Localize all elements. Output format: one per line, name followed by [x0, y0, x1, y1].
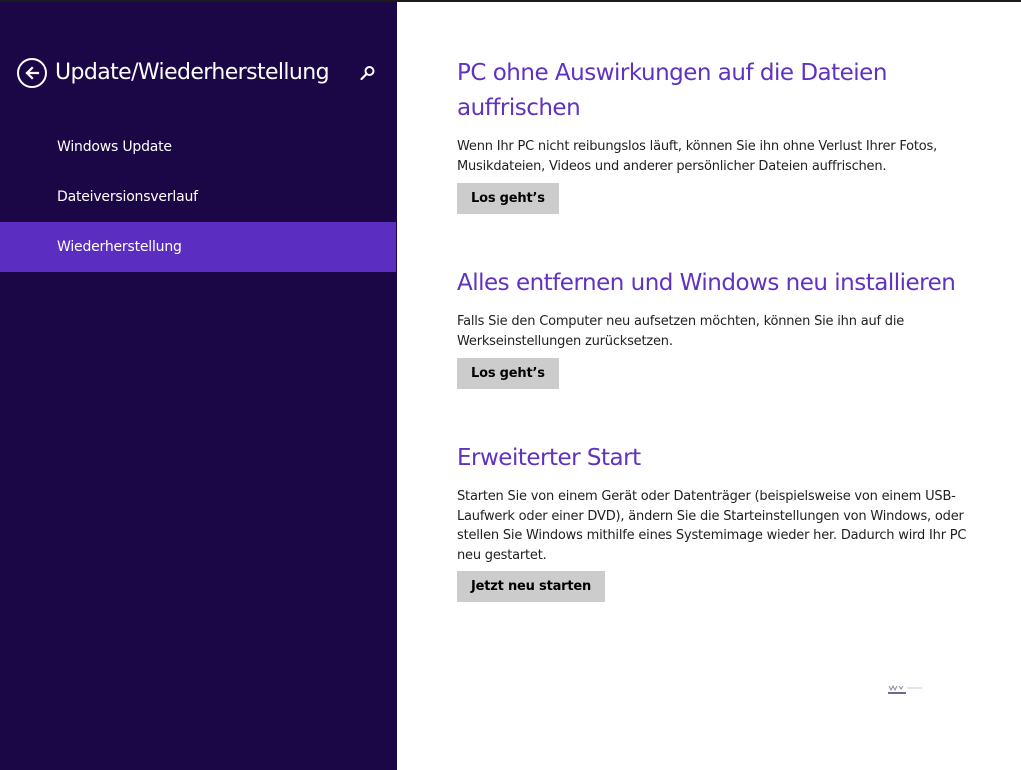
sidebar-item-dateiversionsverlauf[interactable]: Dateiversionsverlauf — [0, 172, 396, 222]
back-button[interactable] — [17, 58, 47, 88]
search-button[interactable] — [359, 64, 377, 82]
sidebar-nav: Windows Update Dateiversionsverlauf Wied… — [0, 122, 396, 272]
section-description: Starten Sie von einem Gerät oder Datentr… — [457, 489, 967, 563]
watermark-logo — [888, 684, 922, 694]
sidebar: Update/Wiederherstellung Windows Update … — [0, 2, 397, 770]
search-icon — [360, 66, 375, 81]
section-refresh: PC ohne Auswirkungen auf die Dateien auf… — [457, 56, 997, 214]
section-description: Wenn Ihr PC nicht reibungslos läuft, kön… — [457, 139, 938, 174]
section-advanced-startup: Erweiterter Start Starten Sie von einem … — [457, 441, 997, 602]
section-title: Alles entfernen und Windows neu installi… — [457, 270, 956, 296]
sidebar-item-windows-update[interactable]: Windows Update — [0, 122, 396, 172]
section-description: Falls Sie den Computer neu aufsetzen möc… — [457, 314, 905, 349]
section-title: Erweiterter Start — [457, 445, 641, 471]
back-arrow-icon — [25, 66, 40, 80]
page-title: Update/Wiederherstellung — [55, 60, 330, 85]
section-title: PC ohne Auswirkungen auf die Dateien auf… — [457, 60, 887, 121]
reset-start-button[interactable]: Los geht’s — [457, 358, 559, 389]
sidebar-item-wiederherstellung[interactable]: Wiederherstellung — [0, 222, 396, 272]
restart-now-button[interactable]: Jetzt neu starten — [457, 571, 606, 602]
refresh-start-button[interactable]: Los geht’s — [457, 183, 559, 214]
section-reset: Alles entfernen und Windows neu installi… — [457, 266, 997, 389]
sidebar-header: Update/Wiederherstellung — [17, 58, 387, 94]
pc-settings-window: Update/Wiederherstellung Windows Update … — [0, 0, 1021, 770]
